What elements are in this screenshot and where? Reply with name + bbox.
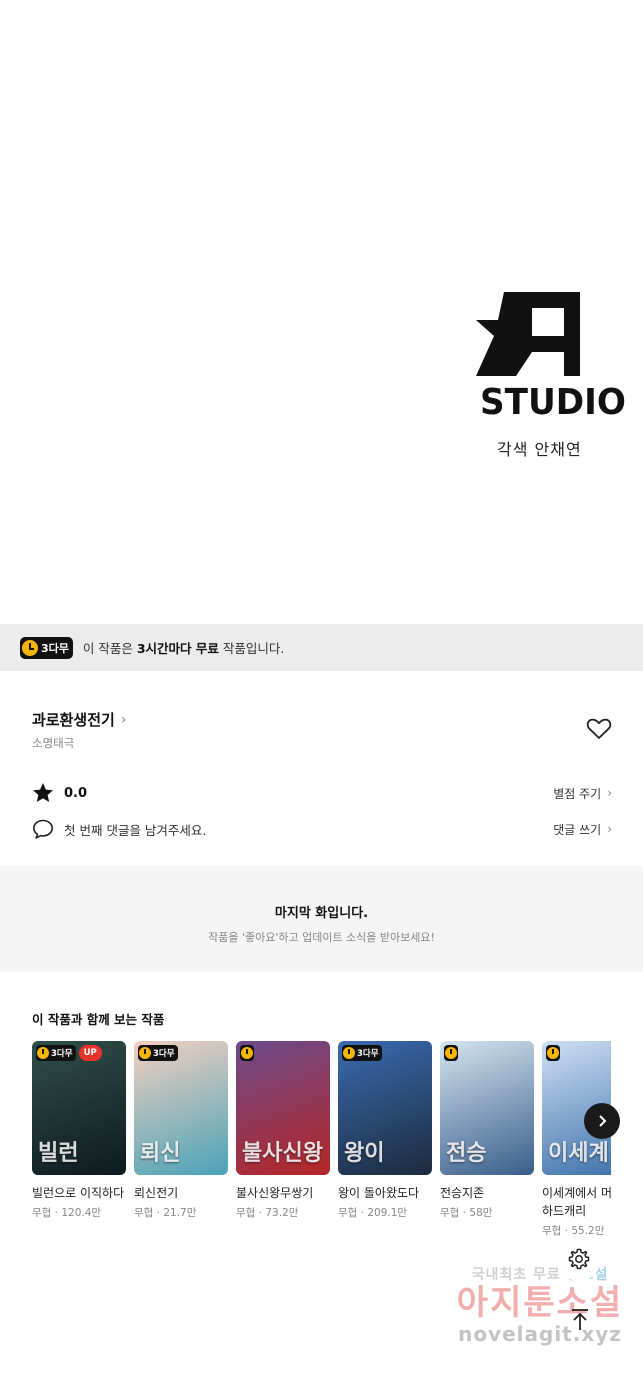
clock-icon	[445, 1047, 457, 1059]
cover-art-title: 이세계	[548, 1141, 609, 1166]
cover-art-title: 불사신왕	[242, 1141, 323, 1166]
recommendation-meta: 무협 · 120.4만	[32, 1207, 102, 1219]
settings-button[interactable]	[557, 1237, 601, 1281]
recommendation-title[interactable]: 불사신왕무쌍기	[236, 1184, 330, 1202]
last-episode-title: 마지막 화입니다.	[274, 906, 369, 921]
comment-bubble-icon	[33, 819, 53, 839]
wait-free-badge	[240, 1045, 254, 1061]
write-comment-button[interactable]: 댓글 쓰기 ›	[553, 821, 612, 838]
recommendation-card[interactable]: 전승전승지존무협 · 58만	[440, 1041, 534, 1220]
chevron-right-icon: ›	[607, 822, 612, 836]
recommendation-card[interactable]: 불사신왕불사신왕무쌍기무협 · 73.2만	[236, 1041, 330, 1220]
chevron-right-icon	[599, 1115, 607, 1127]
recommendation-title[interactable]: 빌런으로 이직하다	[32, 1184, 126, 1202]
recommendation-cover[interactable]: 3다무왕이	[338, 1041, 432, 1175]
recommendation-title[interactable]: 전승지존	[440, 1184, 534, 1202]
episode-end-credit-image: STUDIO 각색 안채연	[0, 0, 643, 624]
cover-art-title: 뢰신	[140, 1141, 181, 1166]
recommendation-meta: 무협 · 73.2만	[236, 1207, 299, 1219]
recommendation-meta: 무협 · 209.1만	[338, 1207, 408, 1219]
scroll-to-top-button[interactable]	[560, 1300, 600, 1340]
cover-badges	[240, 1045, 254, 1061]
wait-free-badge: 3다무	[20, 636, 73, 659]
recommendation-cover[interactable]: 전승	[440, 1041, 534, 1175]
gear-icon	[568, 1248, 590, 1270]
series-info-section: 과로환생전기 › 소명태극 0.0 별점 주기 › 첫 번째 댓글을 남겨주세요…	[0, 671, 643, 861]
clock-icon	[139, 1047, 151, 1059]
chevron-right-icon: ›	[120, 711, 127, 728]
comment-prompt: 첫 번째 댓글을 남겨주세요.	[64, 822, 207, 838]
wait-free-badge	[444, 1045, 458, 1061]
recommendation-card[interactable]: 3다무뢰신뢰신전기무협 · 21.7만	[134, 1041, 228, 1220]
series-title-link[interactable]: 과로환생전기 ›	[32, 709, 126, 730]
recommendation-meta: 무협 · 55.2만	[542, 1225, 605, 1237]
cover-badges: 3다무	[138, 1045, 178, 1061]
recommendation-title[interactable]: 왕이 돌아왔도다	[338, 1184, 432, 1202]
recommendation-title[interactable]: 뢰신전기	[134, 1184, 228, 1202]
cover-art-title: 전승	[446, 1141, 487, 1166]
heart-icon[interactable]	[586, 717, 612, 741]
arrow-up-icon	[572, 1309, 588, 1330]
recommendations-carousel: 3다무 UP 빌런 빌런으로 이직하다 무협 · 120.4만 3다무 뢰신 뢰신전기 무협 ·…	[32, 1041, 611, 1251]
recommendation-card[interactable]: 3다무왕이왕이 돌아왔도다무협 · 209.1만	[338, 1041, 432, 1220]
clock-icon	[37, 1047, 49, 1059]
cover-art-title: 왕이	[344, 1141, 385, 1166]
carousel-next-button[interactable]	[584, 1103, 620, 1139]
free-every-3h-banner: 3다무 이 작품은 3시간마다 무료 작품입니다.	[0, 624, 643, 671]
clock-icon	[343, 1047, 355, 1059]
recommendations-section: 이 작품과 함께 보는 작품 3다무 UP 빌런 빌런으로 이직하다 무협 · 120.…	[0, 977, 643, 1265]
rating-row: 0.0 별점 주기 ›	[32, 781, 612, 805]
recommendation-cover[interactable]: 3다무 UP 빌런	[32, 1041, 126, 1175]
recommendation-card[interactable]: 3다무 UP 빌런빌런으로 이직하다무협 · 120.4만	[32, 1041, 126, 1220]
cover-art-title: 빌런	[38, 1141, 79, 1166]
free-banner-text: 이 작품은 3시간마다 무료 작품입니다.	[82, 641, 285, 656]
rating-value: 0.0	[64, 785, 88, 801]
last-episode-subtitle: 작품을 '좋아요'하고 업데이트 소식을 받아보세요!	[208, 931, 435, 944]
chevron-right-icon: ›	[607, 786, 612, 800]
rate-button[interactable]: 별점 주기 ›	[553, 785, 612, 802]
recommendation-meta: 무협 · 58만	[440, 1207, 493, 1219]
clock-icon	[547, 1047, 559, 1059]
recommendation-title[interactable]: 이세계에서 머로 하드캐리	[542, 1184, 611, 1220]
comment-row: 첫 번째 댓글을 남겨주세요. 댓글 쓰기 ›	[32, 817, 612, 841]
recommendation-cover[interactable]: 불사신왕	[236, 1041, 330, 1175]
up-badge: UP	[78, 1045, 102, 1061]
last-episode-notice: 마지막 화입니다. 작품을 '좋아요'하고 업데이트 소식을 받아보세요!	[0, 866, 643, 972]
recommendation-meta: 무협 · 21.7만	[134, 1207, 197, 1219]
clock-icon	[241, 1047, 253, 1059]
recommendation-cover[interactable]: 3다무뢰신	[134, 1041, 228, 1175]
star-icon	[33, 783, 53, 802]
site-watermark: 국내최초 무료 웹소설 아지툰소설 novelagit.xyz	[456, 1267, 624, 1346]
wait-free-badge: 3다무	[342, 1045, 382, 1061]
studio-name: STUDIO	[480, 382, 626, 423]
clock-icon	[22, 639, 38, 656]
recommendations-title: 이 작품과 함께 보는 작품	[32, 1012, 165, 1027]
recommendation-card[interactable]: 이세계이세계에서 머로 하드캐리무협 · 55.2만	[542, 1041, 611, 1238]
cover-badges: 3다무	[342, 1045, 382, 1061]
wait-free-badge: 3다무	[36, 1045, 76, 1061]
series-author: 소명태극	[32, 736, 75, 750]
cover-badges: 3다무 UP	[36, 1045, 102, 1061]
wait-free-badge: 3다무	[138, 1045, 178, 1061]
studio-credit: 각색 안채연	[497, 440, 582, 459]
cover-badges	[546, 1045, 560, 1061]
cover-badges	[444, 1045, 458, 1061]
wait-free-badge	[546, 1045, 560, 1061]
